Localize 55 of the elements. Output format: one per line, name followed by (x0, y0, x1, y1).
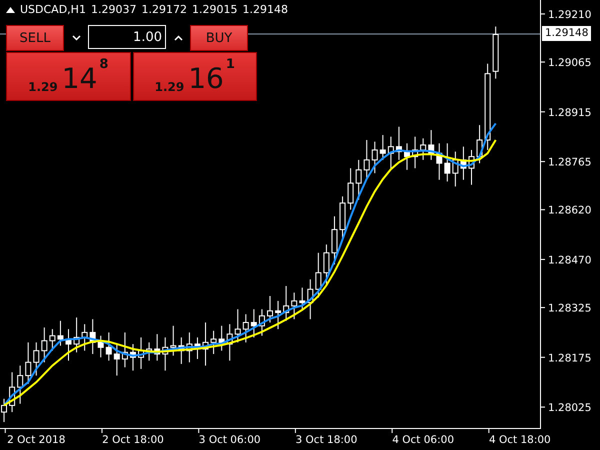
candlestick (364, 140, 370, 179)
candlestick (420, 138, 426, 160)
candlestick (315, 252, 322, 298)
candlestick (234, 308, 241, 343)
candlestick (267, 295, 273, 323)
buy-button[interactable]: BUY (190, 25, 248, 51)
candlestick (299, 287, 306, 310)
chevron-down-icon (72, 35, 80, 41)
price-label: 1.28025 (548, 402, 592, 414)
candlestick (106, 332, 112, 362)
candlestick (98, 335, 104, 358)
candlestick (170, 325, 176, 356)
candlestick (210, 330, 217, 355)
price-label: 1.29210 (548, 8, 592, 21)
price-label: 1.28325 (548, 302, 592, 315)
candlestick (372, 141, 378, 174)
candlestick (33, 342, 40, 376)
time-label: 4 Oct 06:00 (392, 434, 454, 446)
candlestick (331, 216, 338, 265)
candlestick (114, 344, 120, 376)
candlestick (49, 328, 56, 352)
price-label: 1.28175 (548, 352, 592, 364)
candlestick (242, 314, 249, 343)
price-label: 1.28915 (548, 106, 592, 119)
candlestick (323, 244, 330, 286)
time-label: 3 Oct 18:00 (296, 434, 358, 446)
close-price: 1.29148 (242, 3, 288, 16)
candlestick (41, 326, 48, 363)
high-price: 1.29172 (141, 3, 187, 16)
open-price: 1.29037 (90, 3, 136, 16)
time-label: 3 Oct 06:00 (198, 434, 261, 446)
time-label: 2 Oct 2018 (7, 434, 66, 446)
candlestick (25, 342, 32, 384)
symbol-label: USDCAD,H1 (20, 3, 86, 16)
low-price: 1.29015 (192, 3, 238, 16)
current-price-tag: 1.29148 (542, 26, 592, 41)
candlestick (444, 142, 450, 182)
time-label: 4 Oct 18:00 (488, 434, 551, 446)
triangle-up-icon[interactable] (6, 6, 15, 12)
time-label: 2 Oct 18:00 (102, 434, 164, 446)
candlestick (250, 308, 257, 338)
candlestick (291, 292, 298, 320)
candlestick (380, 134, 386, 160)
candlestick (57, 320, 64, 346)
price-label: 1.29065 (548, 57, 592, 70)
candlestick (17, 365, 24, 404)
candlestick (348, 168, 354, 210)
sell-button[interactable]: SELL (6, 25, 64, 51)
price-label: 1.28765 (548, 156, 592, 169)
price-label: 1.28620 (548, 204, 592, 217)
price-label: 1.28470 (548, 254, 592, 266)
candlestick (275, 300, 282, 330)
candlestick (356, 159, 362, 200)
chevron-up-icon (174, 35, 182, 41)
lot-size-field[interactable]: 1.00 (88, 25, 166, 49)
